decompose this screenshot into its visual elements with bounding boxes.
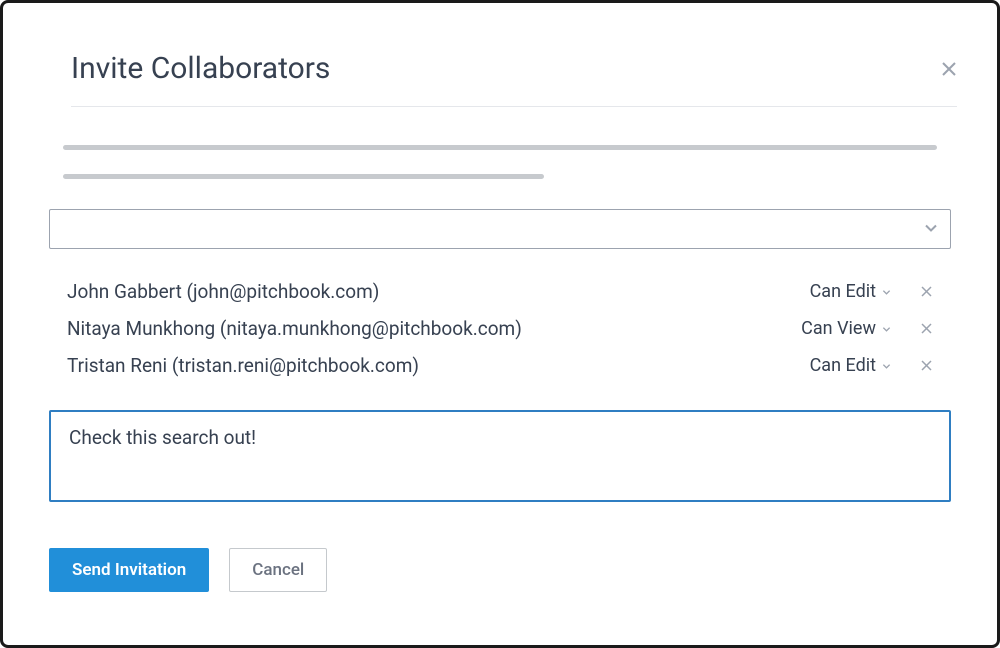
collaborator-row: John Gabbert (john@pitchbook.com) Can Ed…: [67, 273, 933, 310]
permission-dropdown[interactable]: Can Edit: [810, 281, 891, 302]
cancel-button[interactable]: Cancel: [229, 548, 327, 592]
collaborator-search-dropdown[interactable]: [49, 209, 951, 249]
modal-title: Invite Collaborators: [71, 51, 330, 86]
collaborator-info: John Gabbert (john@pitchbook.com): [67, 280, 379, 303]
permission-label: Can Edit: [810, 355, 876, 376]
chevron-down-icon: [882, 355, 891, 376]
collaborator-info: Nitaya Munkhong (nitaya.munkhong@pitchbo…: [67, 317, 522, 340]
permission-label: Can View: [801, 318, 876, 339]
invitation-message-input[interactable]: [49, 410, 951, 502]
close-icon[interactable]: [941, 61, 957, 77]
send-invitation-button[interactable]: Send Invitation: [49, 548, 209, 592]
collaborator-row: Nitaya Munkhong (nitaya.munkhong@pitchbo…: [67, 310, 933, 347]
permission-dropdown[interactable]: Can Edit: [810, 355, 891, 376]
skeleton-line: [63, 174, 544, 179]
remove-collaborator-icon[interactable]: [919, 359, 933, 373]
remove-collaborator-icon[interactable]: [919, 285, 933, 299]
skeleton-line: [63, 145, 937, 150]
modal-body: John Gabbert (john@pitchbook.com) Can Ed…: [43, 107, 957, 592]
modal-footer: Send Invitation Cancel: [43, 548, 957, 592]
permission-dropdown[interactable]: Can View: [801, 318, 891, 339]
chevron-down-icon: [882, 281, 891, 302]
collaborator-info: Tristan Reni (tristan.reni@pitchbook.com…: [67, 354, 419, 377]
collaborator-actions: Can Edit: [810, 281, 933, 302]
permission-label: Can Edit: [810, 281, 876, 302]
collaborator-row: Tristan Reni (tristan.reni@pitchbook.com…: [67, 347, 933, 384]
chevron-down-icon: [882, 318, 891, 339]
collaborator-actions: Can Edit: [810, 355, 933, 376]
collaborator-actions: Can View: [801, 318, 933, 339]
collaborator-list: John Gabbert (john@pitchbook.com) Can Ed…: [67, 273, 933, 384]
chevron-down-icon: [924, 220, 938, 239]
invite-collaborators-modal: Invite Collaborators John Gabbert (john@…: [0, 0, 1000, 648]
remove-collaborator-icon[interactable]: [919, 322, 933, 336]
description-placeholder: [63, 145, 937, 179]
modal-header: Invite Collaborators: [71, 51, 957, 107]
